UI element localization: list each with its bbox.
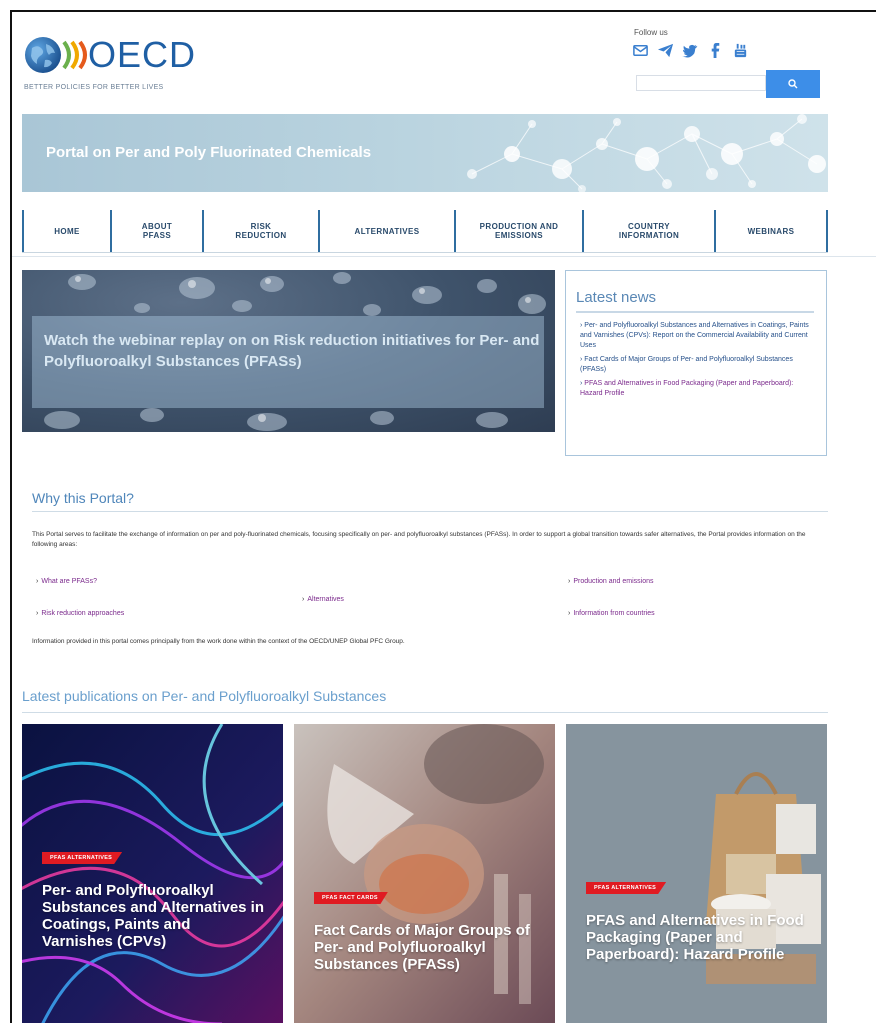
oecd-logo[interactable]: OECD BETTER POLICIES FOR BETTER LIVES	[24, 32, 224, 102]
search-icon	[788, 79, 798, 89]
nav-divider	[12, 256, 876, 257]
nav-about-pfass[interactable]: ABOUT PFASS	[110, 210, 202, 252]
card-badge: PFAS ALTERNATIVES	[42, 852, 123, 864]
facebook-icon[interactable]	[707, 42, 724, 59]
abstract-neon-image	[22, 724, 283, 1023]
search-input[interactable]	[636, 75, 766, 91]
latest-news-panel: Latest news › Per- and Polyfluoroalkyl S…	[565, 270, 827, 456]
news-item[interactable]: › Per- and Polyfluoroalkyl Substances an…	[580, 321, 816, 351]
publication-card[interactable]: PFAS ALTERNATIVES PFAS and Alternatives …	[566, 724, 827, 1023]
nav-home[interactable]: HOME	[22, 210, 110, 252]
banner-title: Portal on Per and Poly Fluorinated Chemi…	[46, 144, 372, 161]
news-item[interactable]: › Fact Cards of Major Groups of Per- and…	[580, 355, 816, 375]
chevron-right-icon: ›	[568, 578, 571, 585]
publications-title: Latest publications on Per- and Polyfluo…	[22, 688, 387, 704]
lab-flask-image	[294, 724, 555, 1023]
link-what-are-pfass[interactable]: › What are PFASs?	[36, 578, 97, 585]
telegram-icon[interactable]	[657, 42, 674, 59]
why-footer: Information provided in this portal come…	[32, 638, 405, 645]
link-risk-reduction[interactable]: › Risk reduction approaches	[36, 610, 124, 617]
hero-text[interactable]: Watch the webinar replay on on Risk redu…	[44, 330, 544, 372]
card-title[interactable]: Per- and Polyfluoroalkyl Substances and …	[42, 882, 264, 950]
card-badge: PFAS ALTERNATIVES	[586, 882, 667, 894]
hero-webinar[interactable]: Watch the webinar replay on on Risk redu…	[22, 270, 555, 432]
card-title[interactable]: PFAS and Alternatives in Food Packaging …	[586, 912, 808, 963]
card-title[interactable]: Fact Cards of Major Groups of Per- and P…	[314, 922, 536, 973]
card-badge: PFAS FACT CARDS	[314, 892, 388, 904]
page-frame: OECD BETTER POLICIES FOR BETTER LIVES Fo…	[10, 10, 876, 1023]
social-links	[632, 42, 749, 59]
nav-alternatives[interactable]: ALTERNATIVES	[318, 210, 454, 252]
search-button[interactable]	[766, 70, 820, 98]
chevron-right-icon: ›	[36, 578, 39, 585]
chevron-right-icon: ›	[302, 596, 305, 603]
food-packaging-image	[566, 724, 827, 1023]
news-divider	[576, 311, 814, 313]
chevron-right-icon: ›	[568, 610, 571, 617]
email-icon[interactable]	[632, 42, 649, 59]
link-alternatives[interactable]: › Alternatives	[302, 596, 344, 603]
arcs-icon	[62, 40, 87, 70]
why-divider	[32, 511, 828, 512]
logo-wordmark: OECD	[88, 34, 197, 75]
why-title: Why this Portal?	[32, 490, 134, 506]
nav-risk-reduction[interactable]: RISK REDUCTION	[202, 210, 318, 252]
publications-divider	[22, 712, 828, 713]
twitter-icon[interactable]	[682, 42, 699, 59]
portal-banner: Portal on Per and Poly Fluorinated Chemi…	[22, 114, 828, 192]
latest-news-title: Latest news	[576, 289, 657, 306]
nav-webinars[interactable]: WEBINARS	[714, 210, 828, 252]
link-information-countries[interactable]: › Information from countries	[568, 610, 655, 617]
publication-card[interactable]: PFAS FACT CARDS Fact Cards of Major Grou…	[294, 724, 555, 1023]
chevron-right-icon: ›	[36, 610, 39, 617]
molecule-graphic	[467, 114, 826, 192]
publication-card[interactable]: PFAS ALTERNATIVES Per- and Polyfluoroalk…	[22, 724, 283, 1023]
youtube-icon[interactable]	[732, 42, 749, 59]
nav-production-emissions[interactable]: PRODUCTION AND EMISSIONS	[454, 210, 582, 252]
main-nav: HOME ABOUT PFASS RISK REDUCTION ALTERNAT…	[22, 210, 828, 253]
link-production-emissions[interactable]: › Production and emissions	[568, 578, 654, 585]
nav-country-information[interactable]: COUNTRY INFORMATION	[582, 210, 714, 252]
globe-icon	[25, 37, 61, 73]
logo-tagline: BETTER POLICIES FOR BETTER LIVES	[24, 84, 164, 91]
follow-label: Follow us	[634, 28, 668, 37]
news-item[interactable]: › PFAS and Alternatives in Food Packagin…	[580, 379, 816, 399]
why-intro: This Portal serves to facilitate the exc…	[32, 531, 806, 548]
